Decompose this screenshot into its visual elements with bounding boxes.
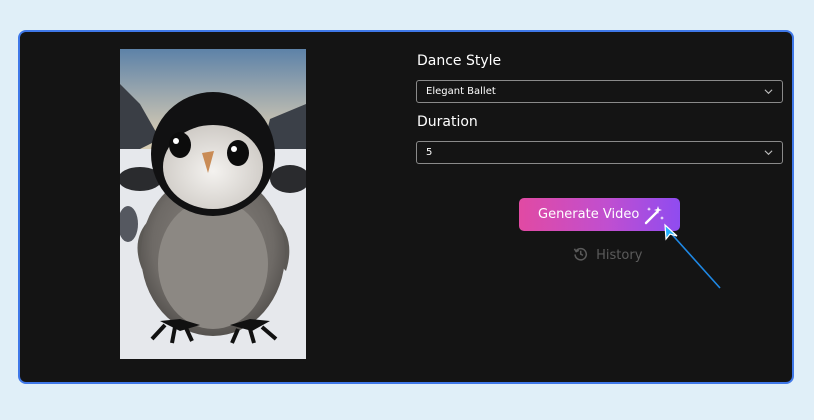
history-link[interactable]: History bbox=[573, 246, 642, 265]
chevron-down-icon bbox=[764, 150, 773, 156]
duration-label: Duration bbox=[417, 114, 478, 130]
dance-style-label: Dance Style bbox=[417, 53, 502, 69]
generate-video-button[interactable]: Generate Video bbox=[519, 198, 680, 231]
generate-video-label: Generate Video bbox=[538, 207, 640, 222]
history-icon bbox=[573, 247, 588, 261]
penguin-preview-image bbox=[120, 49, 306, 359]
generator-panel: Dance Style Elegant Ballet Duration 5 Ge… bbox=[18, 30, 794, 384]
duration-value: 5 bbox=[426, 147, 433, 158]
dance-style-select[interactable]: Elegant Ballet bbox=[416, 80, 783, 103]
dance-style-value: Elegant Ballet bbox=[426, 86, 496, 97]
chevron-down-icon bbox=[764, 89, 773, 95]
duration-select[interactable]: 5 bbox=[416, 141, 783, 164]
pointer-arrow-icon bbox=[664, 223, 721, 289]
history-label: History bbox=[596, 248, 643, 263]
